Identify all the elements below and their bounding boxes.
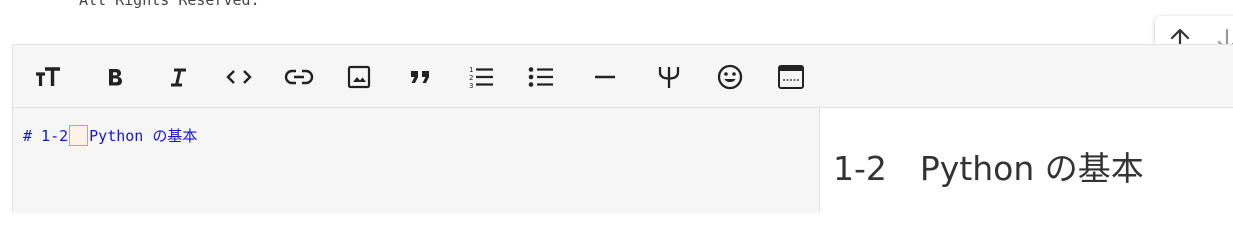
svg-text:2: 2 xyxy=(469,74,473,82)
image-icon xyxy=(347,65,371,89)
italic-button[interactable] xyxy=(162,61,194,93)
markdown-editor: 1 2 3 # 1-2 Python の基本 1-2 Python の基本 xyxy=(12,44,1233,213)
bullet-list-icon xyxy=(528,67,553,87)
math-button[interactable] xyxy=(653,61,685,93)
bold-icon xyxy=(109,69,122,86)
psi-icon xyxy=(658,67,680,88)
preview-heading: 1-2 Python の基本 xyxy=(833,149,1144,188)
quote-icon xyxy=(411,71,429,83)
copyright-text: All Rights Reserved. xyxy=(79,0,260,9)
bold-button[interactable] xyxy=(99,61,131,93)
preview-toggle-button[interactable] xyxy=(775,61,807,93)
preview-pane: 1-2 Python の基本 xyxy=(820,108,1233,213)
code-button[interactable] xyxy=(223,61,255,93)
ordered-list-button[interactable]: 1 2 3 xyxy=(465,61,497,93)
link-icon xyxy=(284,69,314,85)
quote-button[interactable] xyxy=(405,61,437,93)
markdown-input-pane[interactable]: # 1-2 Python の基本 xyxy=(13,108,820,213)
fullwidth-space-marker xyxy=(69,125,89,146)
emoji-button[interactable] xyxy=(714,61,746,93)
image-button[interactable] xyxy=(343,61,375,93)
text-size-icon xyxy=(36,67,60,86)
window-icon xyxy=(778,65,804,89)
code-heading-text: Python の基本 xyxy=(89,127,198,145)
smiley-icon xyxy=(717,64,743,90)
horizontal-rule-icon xyxy=(595,75,615,79)
ordered-list-icon: 1 2 3 xyxy=(469,66,493,90)
svg-text:3: 3 xyxy=(469,82,473,90)
horizontal-rule-button[interactable] xyxy=(589,61,621,93)
link-button[interactable] xyxy=(283,61,315,93)
italic-icon xyxy=(171,68,186,87)
unordered-list-button[interactable] xyxy=(525,61,557,93)
code-heading-prefix: # 1-2 xyxy=(23,126,69,145)
code-icon xyxy=(226,70,252,84)
svg-text:1: 1 xyxy=(469,66,473,74)
heading-button[interactable] xyxy=(32,61,64,93)
markdown-code-line[interactable]: # 1-2 Python の基本 xyxy=(23,125,197,146)
editor-toolbar: 1 2 3 xyxy=(13,45,1233,108)
